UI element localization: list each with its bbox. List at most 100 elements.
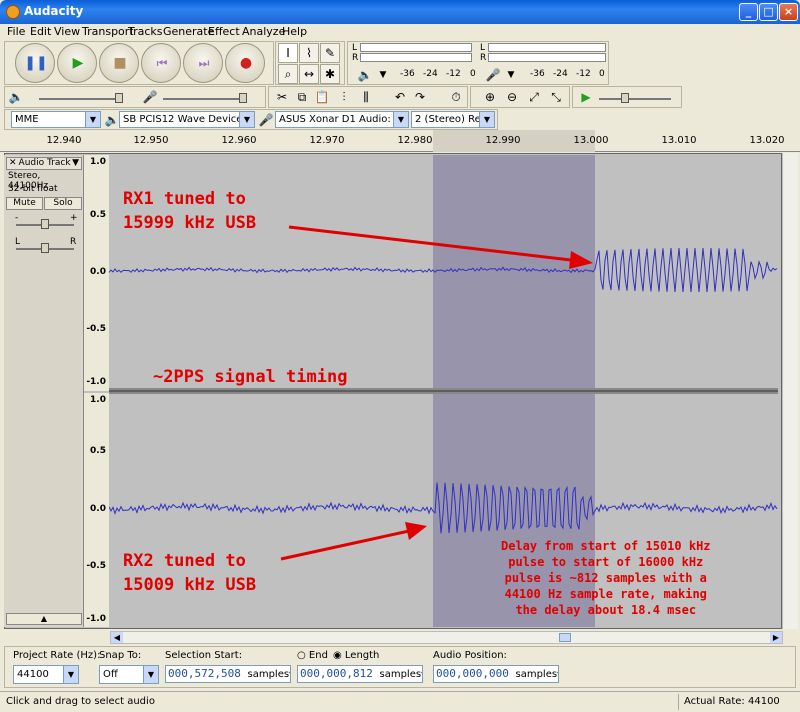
meter-scale-12b: -12 [576,69,591,79]
multi-tool-icon[interactable]: ✱ [320,64,340,84]
selection-start-units: samples [247,669,290,680]
project-rate-select[interactable]: 44100 ▼ [13,665,79,684]
vruler-label: -0.5 [86,561,106,571]
menu-view[interactable]: View [54,25,80,38]
record-meter-l [488,43,606,52]
timeline-ruler[interactable]: 12.940 12.950 12.960 12.970 12.980 12.99… [0,130,800,152]
input-volume-slider[interactable] [239,93,247,103]
zoom-in-icon[interactable]: ⊕ [481,88,499,106]
draw-tool-icon[interactable]: ✎ [320,43,340,63]
menu-help[interactable]: Help [282,25,307,38]
selection-start-label: Selection Start: [165,650,243,661]
end-radio[interactable]: ○ End [297,650,328,661]
waveform-area[interactable]: RX1 tuned to 15999 kHz USB ~2PPS signal … [109,155,778,627]
trim-icon[interactable]: ⫶ [335,88,353,106]
scroll-thumb[interactable] [559,633,571,642]
snap-to-value: Off [103,669,118,680]
redo-icon[interactable]: ↷ [411,88,429,106]
close-button[interactable]: × [779,3,798,21]
timeshift-tool-icon[interactable]: ↔ [299,64,319,84]
length-radio[interactable]: ◉ Length [333,650,379,661]
speed-slider[interactable] [621,93,629,103]
zoom-toolbar: ⊕ ⊖ ⤢ ⤡ [470,86,570,108]
mute-button[interactable]: Mute [6,197,43,210]
vertical-scrollbar[interactable] [782,153,798,629]
gain-slider[interactable] [41,219,49,229]
selection-length-field[interactable]: 000,000,812 samples▾ [297,665,423,683]
copy-icon[interactable]: ⧉ [293,88,311,106]
track-name-menu[interactable]: ✕ Audio Track ▼ [6,157,82,170]
cut-icon[interactable]: ✂ [273,88,291,106]
fit-selection-icon[interactable]: ⤢ [525,88,543,106]
menu-bar: File Edit View Transport Tracks Generate… [0,24,800,40]
play-button[interactable]: ▶ [57,43,97,83]
scroll-left-icon[interactable]: ◀ [111,632,123,643]
speaker-icon[interactable]: 🔈 [356,66,374,84]
app-icon [6,5,20,19]
arrow-rx2 [280,529,410,561]
title-bar: Audacity _ □ × [0,0,800,24]
arrowhead-rx2 [405,522,427,540]
skip-end-button[interactable]: ⏭ [183,43,223,83]
menu-transport[interactable]: Transport [82,25,134,38]
vruler-label: 0.5 [90,210,106,220]
horizontal-scrollbar[interactable]: ◀ ▶ [110,631,783,644]
menu-file[interactable]: File [7,25,25,38]
menu-analyze[interactable]: Analyze [242,25,285,38]
sync-lock-icon[interactable]: ⏱ [447,88,465,106]
silence-icon[interactable]: ⫼ [357,88,375,106]
input-volume-track [163,98,247,100]
fit-project-icon[interactable]: ⤡ [547,88,565,106]
envelope-tool-icon[interactable]: ⌇ [299,43,319,63]
selection-start-field[interactable]: 000,572,508 samples▾ [165,665,291,683]
track-close-icon[interactable]: ✕ [7,158,19,168]
selection-tool-icon[interactable]: I [278,43,298,63]
menu-edit[interactable]: Edit [30,25,51,38]
snap-to-label: Snap To: [99,650,142,661]
record-meter-r [488,53,606,62]
ruler-tick: 13.020 [749,135,785,146]
input-device-select[interactable]: ASUS Xonar D1 Audio: Stereo▼ [275,111,409,128]
menu-effect[interactable]: Effect [208,25,240,38]
output-device-value: SB PCIS12 Wave Device [123,114,243,125]
actual-rate: Actual Rate: 44100 [684,696,780,707]
snap-to-select[interactable]: Off ▼ [99,665,159,684]
minimize-button[interactable]: _ [739,3,758,21]
zoom-out-icon[interactable]: ⊖ [503,88,521,106]
pan-slider[interactable] [41,243,49,253]
paste-icon[interactable]: 📋 [313,88,331,106]
channels-select[interactable]: 2 (Stereo) Record ▼ [411,111,495,128]
stop-button[interactable]: ■ [99,43,139,83]
ruler-tick: 12.950 [133,135,169,146]
maximize-button[interactable]: □ [759,3,778,21]
track-name: Audio Track [18,158,71,168]
chevron-down-icon[interactable]: ▼ [374,66,392,84]
menu-generate[interactable]: Generate [163,25,214,38]
collapse-track-button[interactable]: ▲ [6,613,82,625]
vertical-ruler-bottom: 1.0 0.5 0.0 -0.5 -1.0 [84,393,109,627]
undo-icon[interactable]: ↶ [391,88,409,106]
play-at-speed-icon[interactable]: ▶ [577,88,595,106]
transport-toolbar: ❚❚ ▶ ■ ⏮ ⏭ ● [4,41,274,85]
menu-tracks[interactable]: Tracks [128,25,163,38]
audio-position-field[interactable]: 000,000,000 samples▾ [433,665,559,683]
meter-play-l: L [352,43,358,53]
selection-toolbar: Project Rate (Hz): 44100 ▼ Snap To: Off ▼ … [4,646,796,688]
host-select[interactable]: MME ▼ [11,111,101,128]
microphone-icon: 🎤 [258,113,274,127]
microphone-icon[interactable]: 🎤 [484,66,502,84]
skip-end-icon: ⏭ [198,56,210,70]
scroll-right-icon[interactable]: ▶ [770,632,782,643]
output-volume-slider[interactable] [115,93,123,103]
device-toolbar: MME ▼ 🔈 SB PCIS12 Wave Device ▼ 🎤 ASUS Xon… [4,109,498,130]
skip-start-button[interactable]: ⏮ [141,43,181,83]
vruler-label: -1.0 [86,377,106,387]
pan-right-label: R [70,237,77,247]
output-device-select[interactable]: SB PCIS12 Wave Device ▼ [119,111,255,128]
record-button[interactable]: ● [225,43,265,83]
solo-button[interactable]: Solo [44,197,82,210]
gain-minus-label: - [15,213,19,223]
chevron-down-icon[interactable]: ▼ [502,66,520,84]
zoom-tool-icon[interactable]: ⌕ [278,64,298,84]
pause-button[interactable]: ❚❚ [15,43,55,83]
